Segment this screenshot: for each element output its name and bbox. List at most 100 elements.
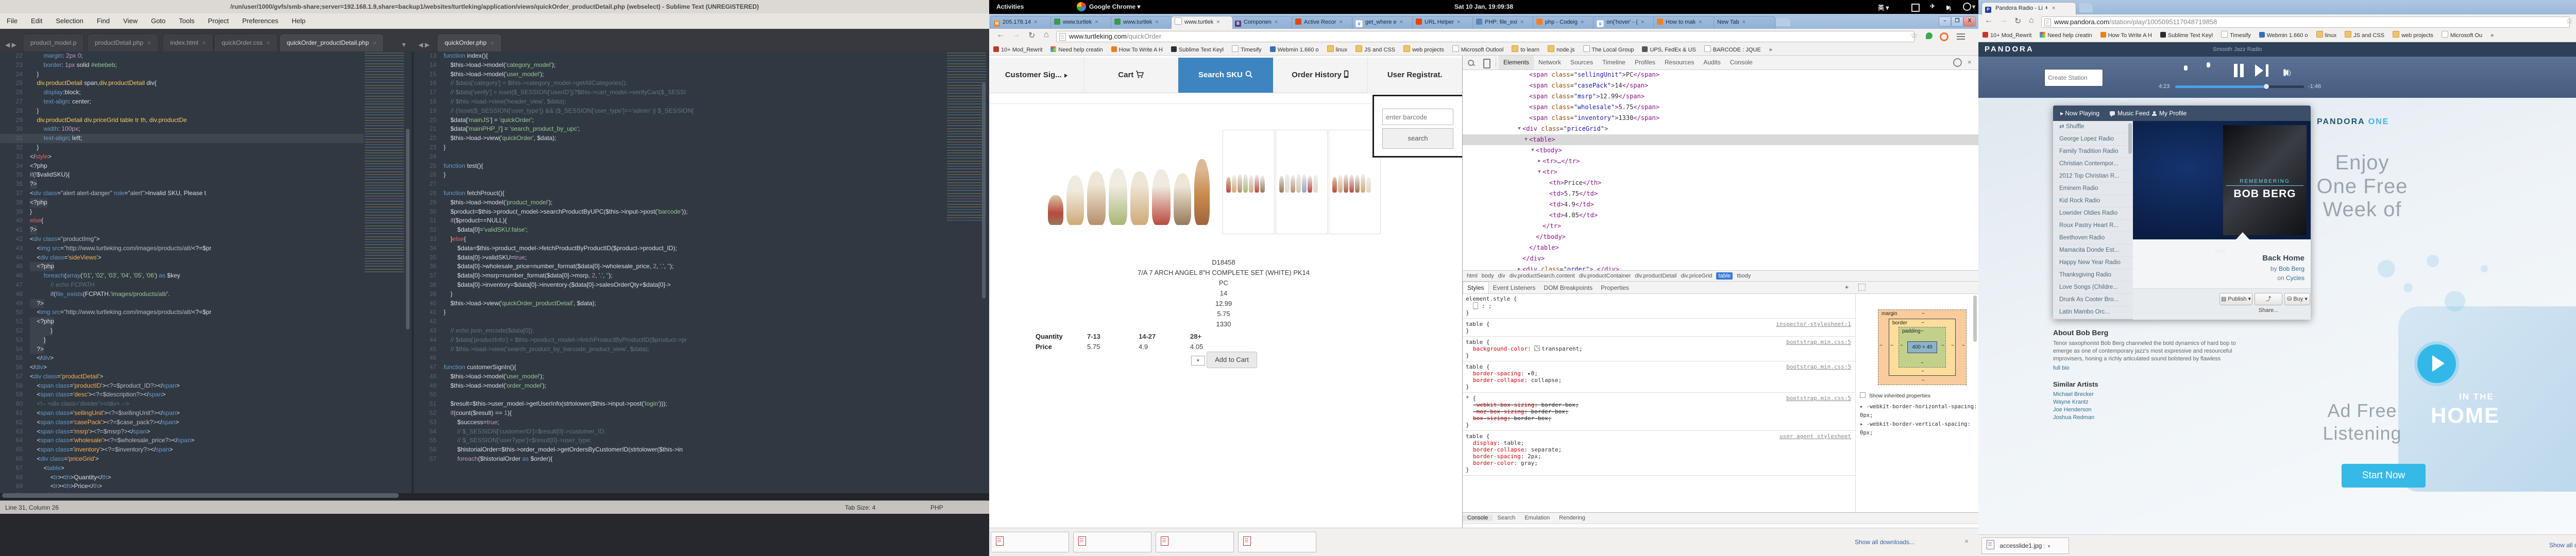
console-tab-console[interactable]: Console [1463,515,1493,521]
code-line[interactable]: 53 $success=true; [414,418,943,427]
extension-icon[interactable] [1940,32,1948,41]
similar-artist-link[interactable]: Wayne Krantz [2053,398,2311,406]
syntax-indicator[interactable]: PHP [930,501,943,514]
code-line[interactable]: 34 $data=$this->product_model->fetchProd… [414,244,943,253]
code-line[interactable]: 21 $data['mainPHP_l'] = 'search_product_… [414,125,943,134]
code-line[interactable]: 42<div class="productImg"> [0,235,364,244]
tab-close-icon[interactable]: × [267,40,270,46]
code-line[interactable]: 54 ?> [0,345,364,354]
code-line[interactable]: 62 <span class='casePack'><?=$case_pack?… [0,418,364,427]
code-line[interactable]: 48 if(file_exists(FCPATH.'images/product… [0,290,364,299]
editor-tab-quickOrder_productDetail.php[interactable]: quickOrder_productDetail.php× [279,33,384,51]
tab-close-icon[interactable]: × [147,40,150,46]
track-title[interactable]: Back Home [2262,254,2304,263]
barcode-search-button[interactable]: search [1382,128,1453,149]
dom-tree-row[interactable]: ▶<tr>…</tr> [1463,156,1979,167]
code-line[interactable]: 27 [414,180,943,189]
download-item[interactable]: wishlist(cshsus....pdf▾ [1073,532,1151,552]
code-line[interactable]: 20 $data['mainJS'] = 'quickOrder'; [414,116,943,125]
bookmark-the-local-group[interactable]: The Local Group [1583,44,1634,56]
add-to-cart-button[interactable]: Add to Cart [1207,352,1257,368]
code-line[interactable]: 55 </div> [0,354,364,363]
bookmark-timesify[interactable]: Timesify [1232,44,1262,56]
code-line[interactable]: 44 // $data['productInfo'] = $this->prod… [414,336,943,345]
nav-order-history[interactable]: Order History [1273,58,1368,93]
browser-tab-on-hover-[interactable]: gon('hover' - (× [1593,16,1655,29]
bookmark-sublime-text-keyl[interactable]: Sublime Text Keyl [1171,44,1224,56]
tab-pandora[interactable]: P Pandora Radio - Li × [1981,2,2076,15]
dom-tree-row[interactable]: ▶<div class="order">…</div> [1463,264,1979,270]
bookmark-webmin-1-660-o[interactable]: Webmin 1.660 o [1270,44,1319,56]
station-shuffle[interactable]: ⇄ Shuffle [2053,121,2133,133]
code-line[interactable]: 40else{ [0,216,364,225]
devtools-tab-resources[interactable]: Resources [1660,56,1699,70]
code-line[interactable]: 38 $data[0]->inventory=$data[0]->invento… [414,281,943,290]
browser-tab-www-turtlek[interactable]: www.turtlek× [1111,16,1173,29]
code-line[interactable]: 23 border: 1px solid #ebebeb; [0,61,364,70]
code-line[interactable]: 59 <span class='desc'><?=$description?><… [0,390,364,399]
volume-icon[interactable]: ) [1946,4,1951,11]
code-line[interactable]: 58 <span class='productID'><?=$product_I… [0,381,364,391]
code-line[interactable]: 36?> [0,180,364,189]
station-thanksgiving-radio[interactable]: Thanksgiving Radio [2053,269,2133,282]
bookmark-js-and-css[interactable]: JS and CSS [1355,44,1395,56]
tab-close-icon[interactable]: × [2052,5,2055,11]
download-item[interactable]: wishlist(cshsus....pdf▾ [1238,532,1316,552]
tab-close-icon[interactable]: × [1155,19,1158,25]
code-line[interactable]: 38<?php [0,198,364,207]
promo-play-button[interactable] [2417,344,2456,383]
dom-tree-row[interactable]: <td>4.05</td> [1463,210,1979,221]
bookmark-timesify[interactable]: Timesify [2221,30,2251,41]
minimize-button[interactable]: – [1939,16,1951,27]
code-line[interactable]: 60 <!-- <div class='divider'></div> --> [0,399,364,409]
console-tab-search[interactable]: Search [1493,515,1520,521]
code-line[interactable]: 22 $this->load->view('quickOrder', $data… [414,134,943,143]
style-rule[interactable]: user agent stylesheettable {display: tab… [1463,431,1855,476]
code-line[interactable]: 32 } [0,143,364,152]
header-station-ticker[interactable]: Smooth Jazz Radio [2213,46,2262,53]
element-state-icon[interactable] [1858,284,1866,291]
code-line[interactable]: 57 foreach($historialOrder as $order){ [414,455,943,464]
dom-tree-row[interactable]: <span class="casePack">14</span> [1463,80,1979,91]
scrollbar-right-pane[interactable] [982,82,986,299]
start-now-button[interactable]: Start Now [2342,464,2426,488]
similar-artist-link[interactable]: Michael Brecker [2053,391,2311,398]
bookmark-node-js[interactable]: node.js [1548,44,1574,56]
code-line[interactable]: 43 <img src="http://www.turtleking.com/i… [0,244,364,253]
dom-tree-row[interactable]: ▼<div class="priceGrid"> [1463,124,1979,134]
input-method-indicator[interactable]: 英 ▾ [1878,3,1889,12]
settings-gear-icon[interactable] [1953,58,1962,67]
code-line[interactable]: 57<div class='productDetail'> [0,372,364,381]
code-line[interactable]: 24 } [0,70,364,79]
code-line[interactable]: 49 $this->load->model('order_model'); [414,381,943,391]
code-line[interactable]: 43 // echo json_encode($data[0]); [414,326,943,336]
station-lowrider-oldies-radio[interactable]: Lowrider Oldies Radio [2053,207,2133,220]
tab-close-icon[interactable]: × [1457,19,1460,25]
tab-now-playing[interactable]: ▸ Now Playing [2060,106,2099,121]
code-line[interactable]: 19 // (!isset($_SESSION['user_type']) &&… [414,107,943,116]
tab-close-icon[interactable]: × [1400,19,1403,25]
code-line[interactable]: 35 $data[0]->validSKU=true; [414,253,943,263]
computed-properties[interactable]: ▸ -webkit-border-horizontal-spacing: 0px… [1860,403,1979,438]
bookmark-sublime-text-keyl[interactable]: Sublime Text Keyl [2160,30,2213,41]
code-line[interactable]: 44 <div class='sideViews'> [0,253,364,263]
browser-tab-www-turtlek[interactable]: www.turtlek× [1050,16,1112,29]
full-bio-link[interactable]: full bio [2053,365,2311,371]
progress-bar[interactable] [2175,85,2304,88]
station-drunk-as-cooter-bro-[interactable]: Drunk As Cooter Bro... [2053,294,2133,306]
code-line[interactable]: 39} [0,207,364,217]
bookmark-star-icon[interactable]: ☆ [1910,30,1918,41]
system-menu-caret-icon[interactable]: ▾ [1972,3,1975,10]
editor-tab-quickOrder.css[interactable]: quickOrder.css× [214,33,278,51]
bookmark-ups-fedex-us[interactable]: UPS, FedEx & US [1642,44,1696,56]
skip-button[interactable] [2255,64,2263,77]
station-roux-pastry-heart-r-[interactable]: Roux Pastry Heart R... [2053,220,2133,232]
dom-tree-row[interactable]: </div> [1463,253,1979,264]
stylesheet-link[interactable]: user agent stylesheet [1780,433,1851,440]
breadcrumb-body[interactable]: body [1482,273,1494,279]
code-line[interactable]: 31 text-align: left; [0,134,364,143]
sidebar-tab-dom-breakpoints[interactable]: DOM Breakpoints [1539,282,1597,293]
quantity-select[interactable]: ▾ [1191,356,1205,366]
code-line[interactable]: 33</style> [0,152,364,162]
dom-tree-row[interactable]: ▼<table> [1463,134,1979,145]
